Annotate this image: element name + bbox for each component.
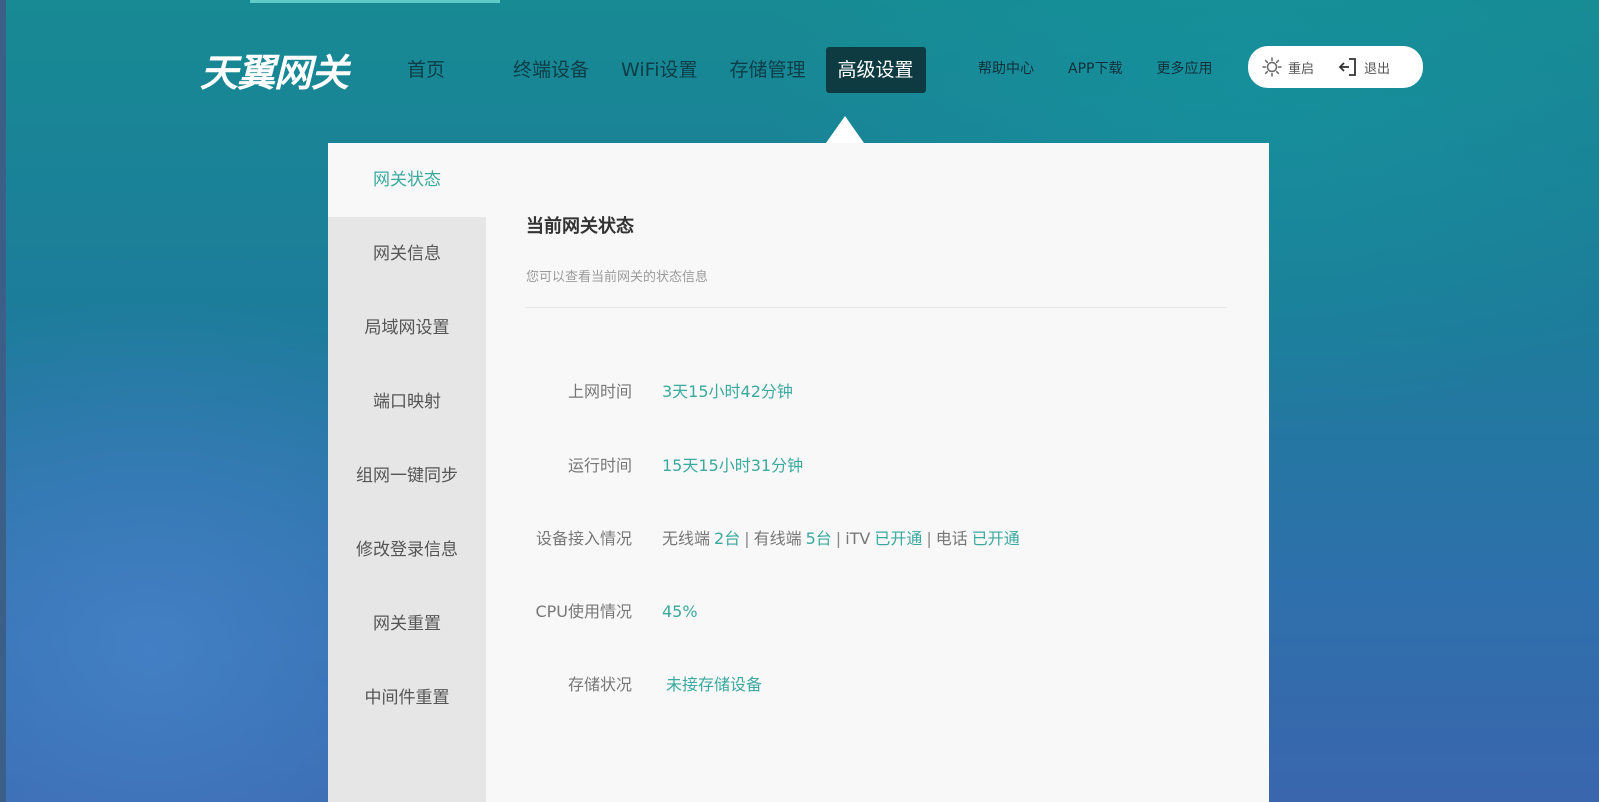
sidebar-item-middleware-reset[interactable]: 中间件重置 — [328, 661, 486, 735]
storage-row: 存储状况 未接存储设备 — [526, 670, 1226, 700]
cpu-value: 45% — [662, 602, 698, 621]
itv-label: iTV — [845, 529, 871, 548]
nav-pointer — [826, 116, 864, 143]
phone-label: 电话 — [935, 529, 968, 548]
online-time-row: 上网时间 3天15小时42分钟 — [526, 377, 1226, 407]
header-links: 帮助中心 APP下载 更多应用 — [978, 58, 1246, 78]
sidebar-item-gateway-info[interactable]: 网关信息 — [328, 217, 486, 291]
cpu-row: CPU使用情况 45% — [526, 597, 1226, 627]
storage-label: 存储状况 — [567, 675, 632, 694]
nav-wifi[interactable]: WiFi设置 — [609, 47, 709, 93]
sidebar-item-gateway-reset[interactable]: 网关重置 — [328, 587, 486, 661]
logout-label: 退出 — [1364, 61, 1391, 77]
devices-label: 设备接入情况 — [535, 529, 632, 548]
phone-value: 已开通 — [971, 529, 1020, 548]
top-strip — [250, 0, 500, 3]
more-apps-link[interactable]: 更多应用 — [1156, 58, 1212, 78]
separator: | — [926, 529, 932, 548]
restart-label: 重启 — [1288, 61, 1315, 77]
sun-icon — [1262, 57, 1282, 77]
sidebar-item-gateway-status[interactable]: 网关状态 — [328, 143, 486, 217]
cpu-label: CPU使用情况 — [535, 602, 632, 621]
nav-advanced[interactable]: 高级设置 — [825, 47, 926, 93]
online-time-label: 上网时间 — [567, 382, 632, 401]
wired-value: 5台 — [805, 529, 832, 548]
page-title: 当前网关状态 — [526, 216, 634, 237]
sidebar: 网关状态 网关信息 局域网设置 端口映射 组网一键同步 修改登录信息 网关重置 … — [328, 143, 486, 802]
action-box: 重启 退出 — [1248, 46, 1423, 88]
page-subtitle: 您可以查看当前网关的状态信息 — [526, 270, 709, 285]
app-download-link[interactable]: APP下载 — [1068, 58, 1122, 78]
online-time-value: 3天15小时42分钟 — [662, 382, 793, 401]
sidebar-item-port-mapping[interactable]: 端口映射 — [328, 365, 486, 439]
itv-value: 已开通 — [874, 529, 923, 548]
sidebar-item-mesh-sync[interactable]: 组网一键同步 — [328, 439, 486, 513]
sidebar-item-login-info[interactable]: 修改登录信息 — [328, 513, 486, 587]
nav-home[interactable]: 首页 — [395, 47, 457, 93]
logo: 天翼网关 — [200, 51, 349, 95]
separator: | — [744, 529, 750, 548]
storage-value: 未接存储设备 — [666, 675, 763, 694]
run-time-row: 运行时间 15天15小时31分钟 — [526, 451, 1226, 481]
wireless-value: 2台 — [714, 529, 741, 548]
nav-devices[interactable]: 终端设备 — [501, 47, 601, 93]
nav-storage[interactable]: 存储管理 — [718, 47, 818, 93]
logout-icon — [1338, 56, 1358, 78]
wired-label: 有线端 — [753, 529, 802, 548]
run-time-value: 15天15小时31分钟 — [662, 456, 804, 475]
wireless-label: 无线端 — [662, 529, 711, 548]
logout-button[interactable]: 退出 — [1338, 56, 1390, 78]
divider — [526, 307, 1226, 308]
restart-button[interactable]: 重启 — [1262, 57, 1314, 77]
devices-value: 无线端 2台 | 有线端 5台 | iTV 已开通 | 电话 已开通 — [662, 524, 1020, 554]
help-center-link[interactable]: 帮助中心 — [978, 58, 1034, 78]
left-edge — [0, 0, 6, 802]
settings-panel: 网关状态 网关信息 局域网设置 端口映射 组网一键同步 修改登录信息 网关重置 … — [328, 143, 1269, 802]
run-time-label: 运行时间 — [567, 456, 632, 475]
separator: | — [835, 529, 842, 548]
devices-row: 设备接入情况 无线端 2台 | 有线端 5台 | iTV 已开通 | 电话 已开通 — [526, 524, 1226, 554]
sidebar-item-lan-settings[interactable]: 局域网设置 — [328, 291, 486, 365]
main-nav: 首页 终端设备 WiFi设置 存储管理 高级设置 — [395, 46, 926, 94]
